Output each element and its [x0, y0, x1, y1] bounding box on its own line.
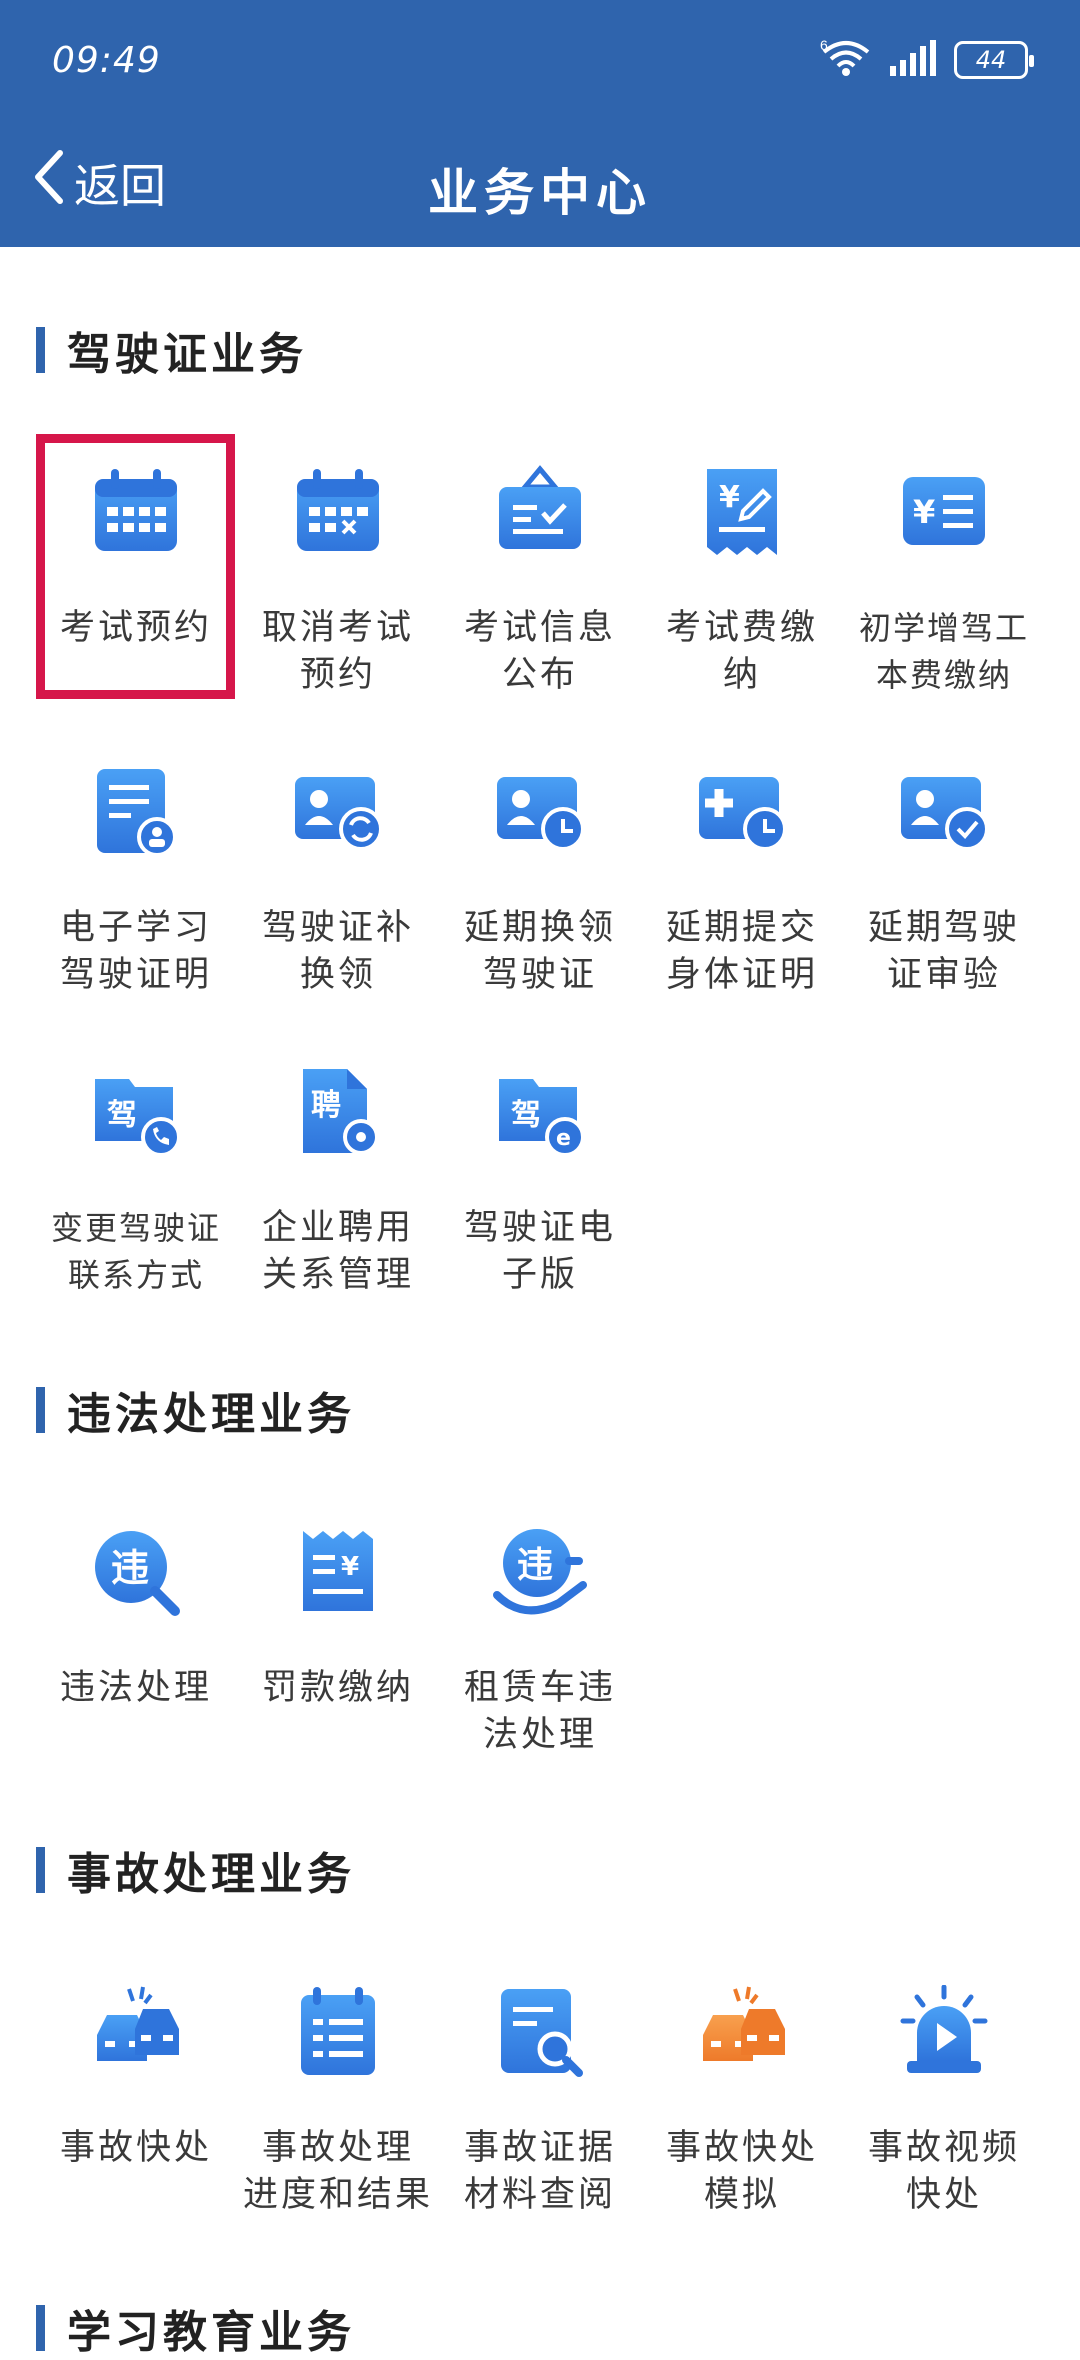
section-title: 事故处理业务: [67, 1849, 355, 1900]
service-label: 驾驶证补 换领: [261, 908, 414, 995]
video-siren-icon: [897, 1985, 991, 2079]
service-label: 事故快处 模拟: [665, 2128, 818, 2215]
service-label: 驾驶证电 子版: [463, 1208, 616, 1295]
fine-receipt-icon: ¥: [291, 1525, 385, 1619]
section-title: 驾驶证业务: [67, 329, 307, 380]
car-crash-icon: [89, 1985, 183, 2079]
svg-text:e: e: [556, 1126, 571, 1151]
service-label: 事故视频 快处: [867, 2128, 1020, 2215]
service-label: 取消考试 预约: [261, 608, 414, 695]
section-marker: [36, 327, 45, 373]
nav-bar: 返回 业务中心: [0, 125, 1080, 247]
section-marker: [36, 1387, 45, 1433]
signal-icon: [890, 40, 936, 80]
employment-gear-icon: 聘: [291, 1065, 385, 1159]
battery-icon: 44: [954, 41, 1034, 79]
fee-receipt-icon: ¥: [695, 465, 789, 559]
section-marker: [36, 2305, 45, 2351]
service-label: 考试费缴 纳: [665, 608, 818, 695]
service-label: 初学增驾工 本费缴纳: [858, 609, 1029, 694]
service-label: 延期换领 驾驶证: [463, 908, 616, 995]
medical-card-clock-icon: [695, 765, 789, 859]
svg-text:聘: 聘: [311, 1088, 341, 1123]
service-label: 考试信息 公布: [463, 608, 616, 695]
service-label: 罚款缴纳: [261, 1668, 414, 1708]
car-crash-orange-icon: [695, 1985, 789, 2079]
svg-text:驾: 驾: [511, 1098, 541, 1133]
license-phone-icon: 驾: [89, 1065, 183, 1159]
section-title: 学习教育业务: [67, 2307, 355, 2358]
service-label: 电子学习 驾驶证明: [59, 908, 212, 995]
section-accident: 事故处理业务: [36, 1838, 355, 1902]
service-label: 延期提交 身体证明: [665, 908, 818, 995]
svg-text:违: 违: [517, 1545, 553, 1586]
service-label: 租赁车违 法处理: [463, 1668, 616, 1755]
wifi-icon: 6: [820, 37, 872, 82]
svg-text:¥: ¥: [341, 1552, 359, 1582]
evidence-search-icon: [493, 1985, 587, 2079]
section-title: 违法处理业务: [67, 1389, 355, 1440]
service-label: 考试预约: [59, 608, 212, 648]
battery-level: 44: [975, 46, 1007, 74]
service-label: 事故快处: [59, 2128, 212, 2168]
status-bar: 09:49 6 44: [0, 0, 1080, 125]
svg-text:¥: ¥: [913, 493, 935, 531]
id-card-exchange-icon: [291, 765, 385, 859]
violation-search-icon: 违: [89, 1525, 183, 1619]
section-violation: 违法处理业务: [36, 1378, 355, 1442]
svg-text:驾: 驾: [107, 1098, 137, 1133]
rental-violation-icon: 违: [493, 1525, 587, 1619]
service-label: 事故处理 进度和结果: [242, 2128, 433, 2215]
progress-clipboard-icon: [291, 1985, 385, 2079]
network-type: 6: [820, 38, 828, 53]
id-card-clock-icon: [493, 765, 587, 859]
system-indicators: 6 44: [820, 37, 1034, 82]
service-label: 变更驾驶证 联系方式: [50, 1209, 221, 1294]
id-card-check-icon: [897, 765, 991, 859]
license-electronic-icon: 驾e: [493, 1065, 587, 1159]
document-user-icon: [89, 765, 183, 859]
service-label: 违法处理: [59, 1668, 212, 1708]
fee-card-icon: ¥: [897, 465, 991, 559]
calendar-cancel-icon: [291, 465, 385, 559]
service-label: 事故证据 材料查阅: [463, 2128, 616, 2215]
section-education: 学习教育业务: [36, 2296, 355, 2360]
calendar-icon: [89, 465, 183, 559]
clock: 09:49: [52, 40, 161, 81]
notice-board-icon: [493, 465, 587, 559]
svg-text:违: 违: [111, 1546, 149, 1590]
page-title: 业务中心: [428, 164, 652, 222]
service-label: 延期驾驶 证审验: [867, 908, 1020, 995]
section-marker: [36, 1847, 45, 1893]
section-license: 驾驶证业务: [36, 318, 307, 382]
svg-text:¥: ¥: [719, 480, 740, 515]
service-label: 企业聘用 关系管理: [261, 1208, 414, 1295]
